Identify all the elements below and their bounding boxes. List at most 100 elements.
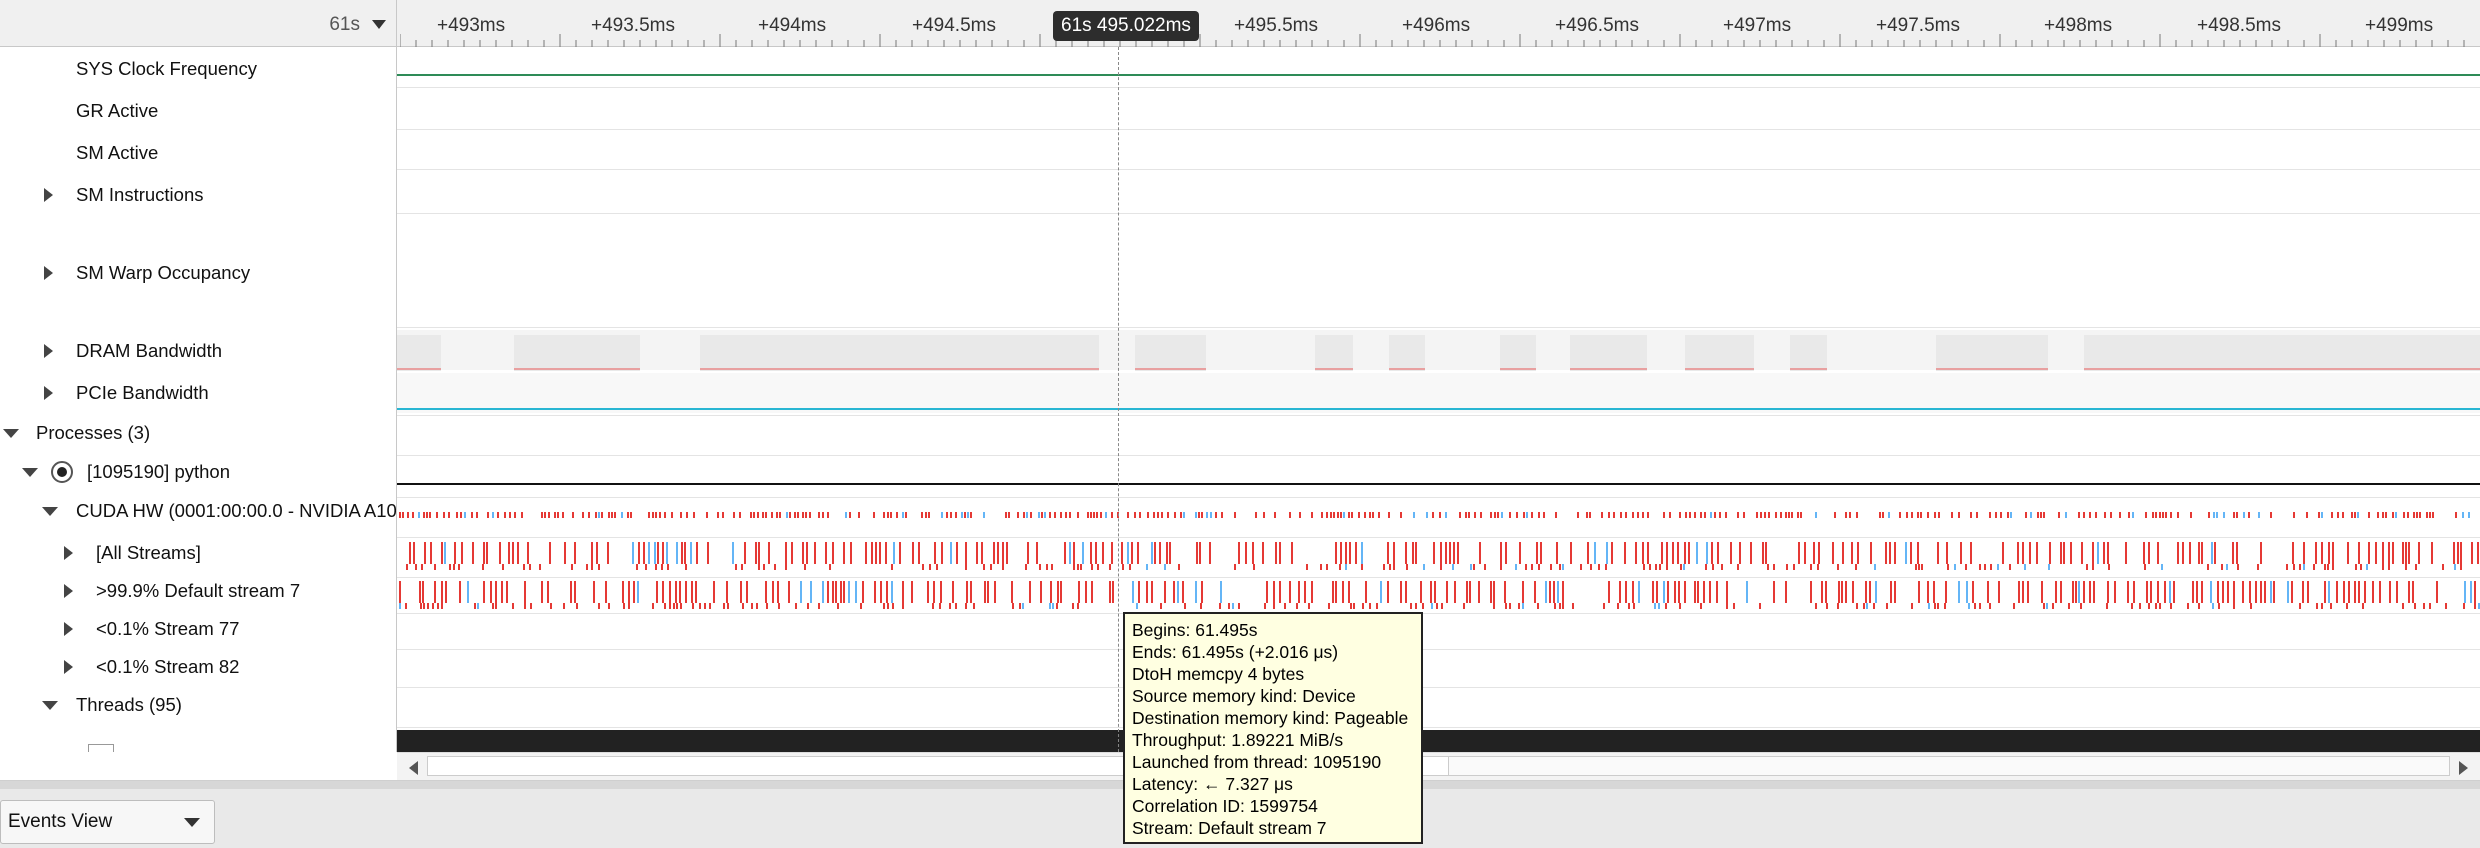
tree-row-stream-77[interactable]: <0.1% Stream 77 xyxy=(0,617,396,641)
tree-row-threads[interactable]: Threads (95) xyxy=(0,693,396,717)
cuda-hw-kernel-mark xyxy=(2037,512,2039,518)
scroll-left-arrow-icon[interactable] xyxy=(409,761,418,775)
all-streams-kernel-mark xyxy=(1036,542,1038,564)
default-stream-kernel-mark xyxy=(1638,581,1640,603)
cuda-hw-kernel-mark xyxy=(1474,512,1476,518)
expand-arrow-icon[interactable] xyxy=(64,584,73,598)
default-stream-memcpy-mark xyxy=(399,603,401,609)
time-cursor-line[interactable] xyxy=(1118,47,1119,752)
tree-row-dram-bandwidth[interactable]: DRAM Bandwidth xyxy=(0,339,396,363)
default-stream-kernel-mark xyxy=(1773,581,1775,603)
default-stream-kernel-mark xyxy=(1164,581,1166,603)
cuda-hw-kernel-mark xyxy=(448,512,450,518)
tree-row-sm-warp-occupancy[interactable]: SM Warp Occupancy xyxy=(0,261,396,285)
expand-arrow-icon[interactable] xyxy=(44,266,53,280)
thread-checkbox[interactable] xyxy=(88,744,114,752)
default-stream-kernel-mark xyxy=(1652,581,1654,603)
all-streams-kernel-mark xyxy=(2358,542,2360,564)
tree-row-processes[interactable]: Processes (3) xyxy=(0,421,396,445)
expand-arrow-icon[interactable] xyxy=(64,660,73,674)
scroll-right-arrow-icon[interactable] xyxy=(2459,761,2468,775)
default-stream-kernel-mark xyxy=(927,581,929,603)
timeline-ruler[interactable]: 61s +493ms +493.5ms +494ms +494.5ms +495… xyxy=(0,0,2480,47)
default-stream-kernel-mark xyxy=(1091,581,1093,603)
collapse-arrow-icon[interactable] xyxy=(3,429,19,438)
default-stream-kernel-mark xyxy=(2041,581,2043,603)
default-stream-memcpy-mark xyxy=(1441,603,1443,609)
all-streams-kernel-mark xyxy=(1262,542,1264,564)
tree-row-process-python[interactable]: [1095190] python xyxy=(0,459,396,485)
timeline-canvas[interactable] xyxy=(397,47,2480,752)
collapse-arrow-icon[interactable] xyxy=(42,701,58,710)
default-stream-kernel-mark xyxy=(1746,581,1748,603)
default-stream-memcpy-mark xyxy=(1296,603,1298,609)
all-streams-kernel-mark xyxy=(2460,542,2462,564)
tree-row-gr-active[interactable]: GR Active xyxy=(0,99,396,123)
all-streams-kernel-mark xyxy=(1154,542,1156,564)
default-stream-kernel-mark xyxy=(1146,581,1148,603)
cuda-hw-kernel-mark xyxy=(1105,512,1107,518)
tree-row-default-stream[interactable]: >99.9% Default stream 7 xyxy=(0,579,396,603)
events-view-dropdown[interactable]: Events View xyxy=(0,800,215,844)
default-stream-memcpy-mark xyxy=(2052,603,2054,609)
default-stream-kernel-mark xyxy=(2343,581,2345,603)
all-streams-memcpy-mark xyxy=(1683,564,1685,570)
expand-arrow-icon[interactable] xyxy=(64,622,73,636)
default-stream-memcpy-mark xyxy=(2445,603,2447,609)
cuda-hw-kernel-mark xyxy=(849,512,851,518)
all-streams-memcpy-mark xyxy=(1253,564,1255,570)
collapse-arrow-icon[interactable] xyxy=(42,507,58,516)
cuda-hw-kernel-mark xyxy=(2095,512,2097,518)
default-stream-kernel-mark xyxy=(1562,581,1564,603)
expand-arrow-icon[interactable] xyxy=(44,344,53,358)
cuda-hw-kernel-mark xyxy=(733,512,735,518)
expand-arrow-icon[interactable] xyxy=(44,386,53,400)
tree-row-all-streams[interactable]: [All Streams] xyxy=(0,541,396,565)
all-streams-kernel-mark xyxy=(843,542,845,564)
cuda-hw-kernel-mark xyxy=(1494,512,1496,518)
cuda-hw-kernel-mark xyxy=(1210,512,1212,518)
all-streams-kernel-mark xyxy=(758,542,760,564)
all-streams-kernel-mark xyxy=(1090,542,1092,564)
all-streams-memcpy-mark xyxy=(1590,564,1592,570)
default-stream-kernel-mark xyxy=(1504,581,1506,603)
default-stream-kernel-mark xyxy=(2436,581,2438,603)
tree-row-sm-instructions[interactable]: SM Instructions xyxy=(0,183,396,207)
horizontal-scrollbar[interactable] xyxy=(397,752,2480,780)
tree-row-cuda-hw[interactable]: CUDA HW (0001:00:00.0 - NVIDIA A100 xyxy=(0,499,396,523)
cuda-hw-kernel-mark xyxy=(1008,512,1010,518)
tree-row-label: >99.9% Default stream 7 xyxy=(96,580,301,601)
all-streams-kernel-mark xyxy=(1245,542,1247,564)
all-streams-memcpy-mark xyxy=(434,564,436,570)
default-stream-kernel-mark xyxy=(1195,581,1197,603)
expand-arrow-icon[interactable] xyxy=(44,188,53,202)
default-stream-kernel-mark xyxy=(1182,581,1184,603)
tree-row-sm-active[interactable]: SM Active xyxy=(0,141,396,165)
all-streams-kernel-mark xyxy=(430,542,432,564)
default-stream-kernel-mark xyxy=(1785,581,1787,603)
tree-row-stream-82[interactable]: <0.1% Stream 82 xyxy=(0,655,396,679)
tree-row-sys-clock[interactable]: SYS Clock Frequency xyxy=(0,57,396,81)
default-stream-kernel-mark xyxy=(2150,581,2152,603)
tree-row-pcie-bandwidth[interactable]: PCIe Bandwidth xyxy=(0,381,396,405)
default-stream-kernel-mark xyxy=(622,581,624,603)
cuda-hw-kernel-mark xyxy=(1174,512,1176,518)
collapse-arrow-icon[interactable] xyxy=(22,468,38,477)
cuda-hw-kernel-mark xyxy=(818,512,820,518)
expand-arrow-icon[interactable] xyxy=(64,546,73,560)
all-streams-memcpy-mark xyxy=(1666,564,1668,570)
scrollbar-track[interactable] xyxy=(427,756,2450,776)
all-streams-kernel-mark xyxy=(1355,542,1357,564)
default-stream-kernel-mark xyxy=(501,581,503,603)
default-stream-memcpy-mark xyxy=(673,603,675,609)
cuda-hw-kernel-mark xyxy=(1127,512,1129,518)
dram-bandwidth-block xyxy=(1790,335,1827,371)
all-streams-kernel-mark xyxy=(2260,542,2262,564)
all-streams-kernel-mark xyxy=(1209,542,1211,564)
default-stream-memcpy-mark xyxy=(2106,603,2108,609)
chevron-down-icon[interactable] xyxy=(372,20,386,29)
default-stream-kernel-mark xyxy=(1109,581,1111,603)
default-stream-memcpy-mark xyxy=(1733,603,1735,609)
all-streams-kernel-mark xyxy=(1279,542,1281,564)
cuda-hw-kernel-mark xyxy=(2177,512,2179,518)
